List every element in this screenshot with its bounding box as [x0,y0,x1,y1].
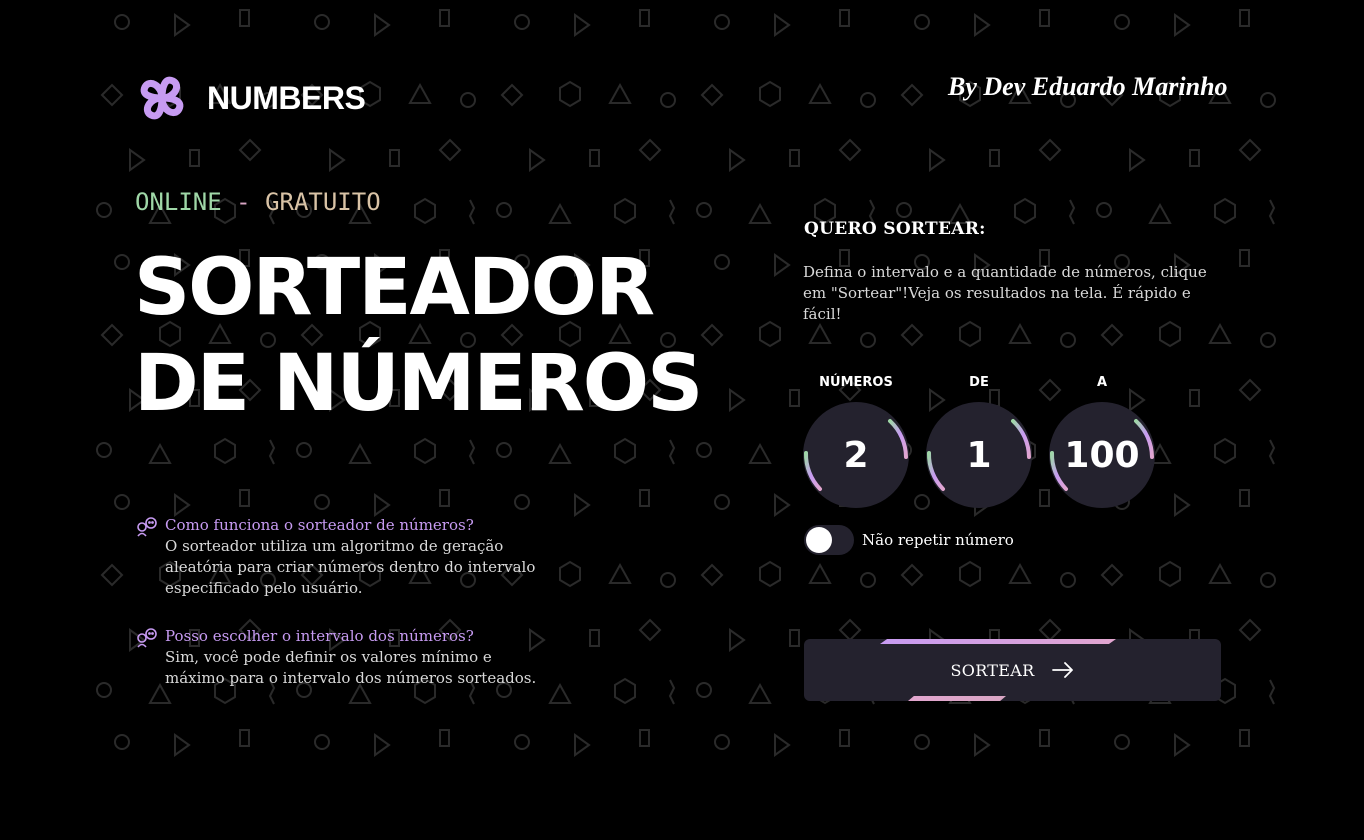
faq-question: Posso escolher o intervalo dos números? [165,627,474,645]
two-speech-faces-icon [137,517,157,537]
brand[interactable]: NUMBERS [137,73,366,123]
no-repeat-label: Não repetir número [862,531,1014,549]
tag-separator: - [221,188,266,216]
no-repeat-row: Não repetir número [804,525,1014,555]
author-credit: By Dev Eduardo Marinho [948,72,1228,101]
min-input[interactable]: 1 [926,402,1032,508]
max-value: 100 [1064,434,1140,476]
panel-description: Defina o intervalo e a quantidade de núm… [803,263,1207,323]
draw-button-label: SORTEAR [950,660,1035,680]
button-accent-stripe [908,696,1006,701]
page-title: SORTEADOR DE NÚMEROS [134,240,703,432]
min-label: DE [969,375,989,390]
hero-tag: ONLINE - GRATUITO [135,188,381,216]
faq-item: Como funciona o sorteador de números? O … [136,515,556,599]
draw-button[interactable]: SORTEAR [804,639,1221,701]
logo-icon [140,76,184,120]
tag-free: GRATUITO [265,188,381,216]
quantity-field: NÚMEROS 2 [803,374,909,508]
faq-question: Como funciona o sorteador de números? [165,516,474,534]
faq-answer: Sim, você pode definir os valores mínimo… [165,648,537,687]
no-repeat-toggle[interactable] [804,525,854,555]
tag-online: ONLINE [135,188,222,216]
brand-name: NUMBERS [207,79,366,116]
faq-item: Posso escolher o intervalo dos números? … [136,626,556,689]
max-field: A 100 [1049,374,1155,508]
quantity-input[interactable]: 2 [803,402,909,508]
quantity-label: NÚMEROS [819,375,893,390]
arrow-right-icon [1052,662,1074,678]
faq-answer: O sorteador utiliza um algoritmo de gera… [165,537,536,597]
button-accent-stripe [880,639,1116,644]
min-value: 1 [966,434,992,476]
title-line-1: SORTEADOR [134,243,655,333]
max-input[interactable]: 100 [1049,402,1155,508]
title-line-2: DE NÚMEROS [134,339,703,429]
quantity-value: 2 [843,434,869,476]
toggle-knob [806,527,832,553]
panel-title: QUERO SORTEAR: [804,219,986,239]
max-label: A [1096,375,1108,390]
two-speech-faces-icon [137,628,157,648]
min-field: DE 1 [926,374,1032,508]
